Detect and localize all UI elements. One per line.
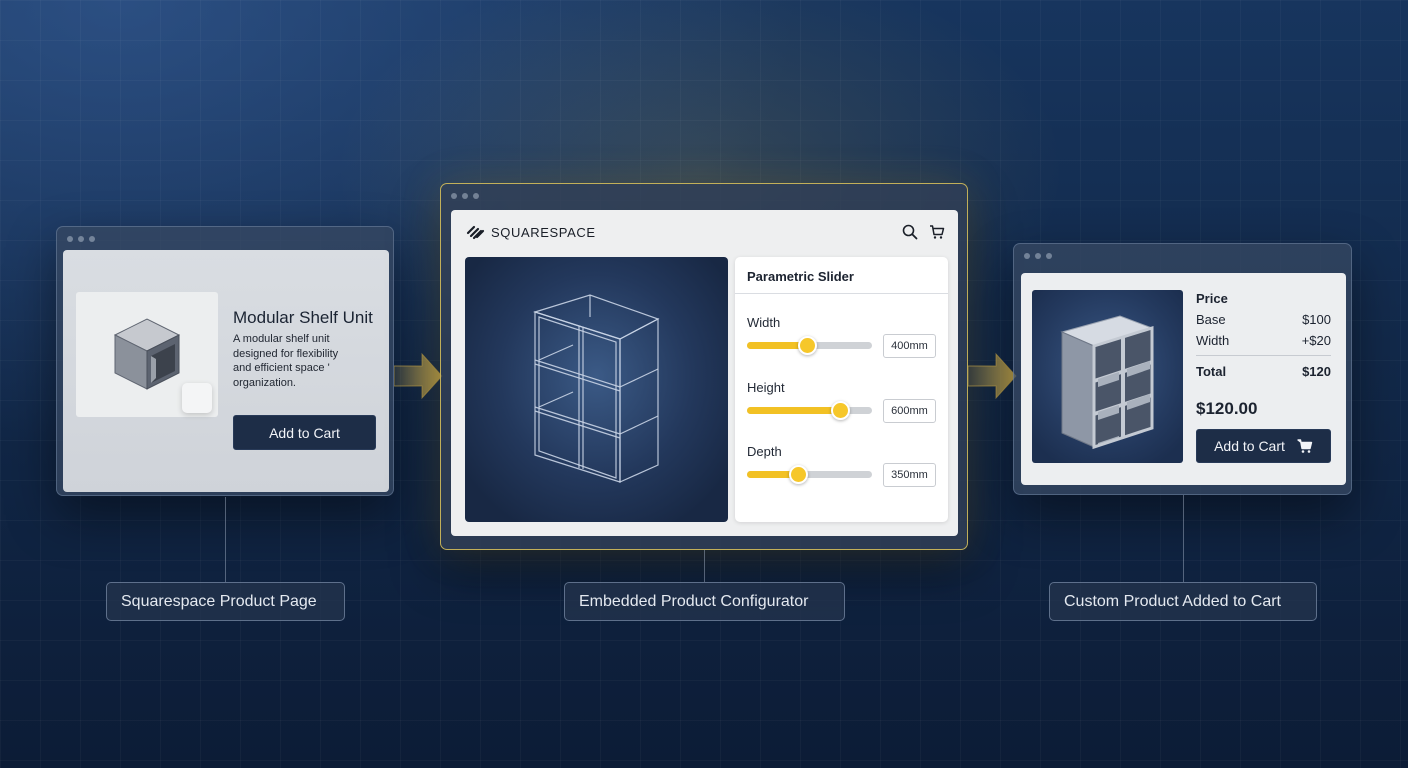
divider bbox=[1196, 355, 1331, 356]
product-description: A modular shelf unit designed for flexib… bbox=[233, 333, 339, 389]
caption-product-page: Squarespace Product Page bbox=[106, 582, 345, 621]
slider-label: Depth bbox=[747, 444, 782, 459]
window-controls bbox=[1024, 253, 1052, 259]
connector-line bbox=[225, 497, 226, 582]
product-page-panel: Modular Shelf Unit A modular shelf unit … bbox=[63, 250, 389, 492]
window-dot bbox=[462, 193, 468, 199]
brand-logo[interactable]: SQUARESPACE bbox=[466, 224, 596, 240]
slider-label: Height bbox=[747, 380, 785, 395]
header-icons bbox=[902, 224, 945, 240]
image-badge[interactable] bbox=[182, 383, 212, 413]
price-line-base: Base $100 bbox=[1196, 312, 1331, 327]
caption-added-to-cart: Custom Product Added to Cart bbox=[1049, 582, 1317, 621]
price-line-label: Width bbox=[1196, 333, 1230, 348]
flow-arrow-icon bbox=[394, 352, 443, 400]
window-dot bbox=[451, 193, 457, 199]
window-dot bbox=[89, 236, 95, 242]
flow-arrow-icon bbox=[968, 352, 1017, 400]
height-value-field[interactable]: 600mm bbox=[883, 399, 936, 423]
add-to-cart-button[interactable]: Add to Cart bbox=[233, 415, 376, 450]
width-slider[interactable] bbox=[747, 336, 872, 355]
window-dot bbox=[1024, 253, 1030, 259]
add-to-cart-button[interactable]: Add to Cart bbox=[1196, 429, 1331, 463]
window-dot bbox=[473, 193, 479, 199]
cart-icon bbox=[1297, 439, 1313, 453]
cart-window: Price Base $100 Width +$20 Total $120 $1… bbox=[1013, 243, 1352, 495]
search-icon[interactable] bbox=[902, 224, 918, 240]
total-value: $120 bbox=[1302, 364, 1331, 379]
slider-panel-title: Parametric Slider bbox=[747, 269, 854, 284]
price-heading: Price bbox=[1196, 291, 1228, 306]
price-line-label: Base bbox=[1196, 312, 1226, 327]
custom-product-image[interactable] bbox=[1032, 290, 1183, 463]
slider-fill bbox=[747, 407, 840, 414]
shelf-wireframe-icon bbox=[532, 294, 660, 483]
slider-thumb[interactable] bbox=[789, 465, 809, 484]
squarespace-logo-icon bbox=[466, 225, 485, 240]
price-total: Total $120 bbox=[1196, 364, 1331, 379]
price-line-width: Width +$20 bbox=[1196, 333, 1331, 348]
final-price: $120.00 bbox=[1196, 399, 1258, 418]
height-slider-row: Height 600mm bbox=[747, 380, 937, 430]
slider-thumb[interactable] bbox=[798, 336, 817, 355]
slider-label: Width bbox=[747, 315, 781, 330]
parametric-slider-panel: Parametric Slider Width 400mm Height 600… bbox=[735, 257, 948, 522]
total-label: Total bbox=[1196, 364, 1227, 379]
slider-thumb[interactable] bbox=[830, 401, 850, 420]
price-line-value: $100 bbox=[1302, 312, 1331, 327]
configurator-panel: SQUARESPACE Parametric Slider Width 400m… bbox=[451, 210, 958, 536]
width-slider-row: Width 400mm bbox=[747, 315, 937, 365]
width-value-field[interactable]: 400mm bbox=[883, 334, 936, 358]
shelf-icon bbox=[1060, 315, 1154, 450]
window-dot bbox=[1046, 253, 1052, 259]
connector-line bbox=[704, 550, 705, 582]
depth-slider[interactable] bbox=[747, 465, 872, 484]
product-title: Modular Shelf Unit bbox=[233, 308, 373, 327]
cart-panel: Price Base $100 Width +$20 Total $120 $1… bbox=[1021, 273, 1346, 485]
window-dot bbox=[67, 236, 73, 242]
window-controls bbox=[67, 236, 95, 242]
depth-slider-row: Depth 350mm bbox=[747, 444, 937, 494]
3d-preview-viewport[interactable] bbox=[465, 257, 728, 522]
product-page-window: Modular Shelf Unit A modular shelf unit … bbox=[56, 226, 394, 496]
product-image[interactable] bbox=[76, 292, 218, 417]
depth-value-field[interactable]: 350mm bbox=[883, 463, 936, 487]
divider bbox=[735, 293, 948, 294]
window-controls bbox=[451, 193, 479, 199]
add-to-cart-label: Add to Cart bbox=[1214, 438, 1285, 454]
connector-line bbox=[1183, 495, 1184, 582]
window-dot bbox=[78, 236, 84, 242]
cart-icon[interactable] bbox=[929, 224, 945, 240]
price-line-value: +$20 bbox=[1301, 333, 1331, 348]
window-dot bbox=[1035, 253, 1041, 259]
caption-configurator: Embedded Product Configurator bbox=[564, 582, 845, 621]
configurator-window: SQUARESPACE Parametric Slider Width 400m… bbox=[440, 183, 968, 550]
height-slider[interactable] bbox=[747, 401, 872, 420]
brand-name: SQUARESPACE bbox=[491, 224, 596, 240]
